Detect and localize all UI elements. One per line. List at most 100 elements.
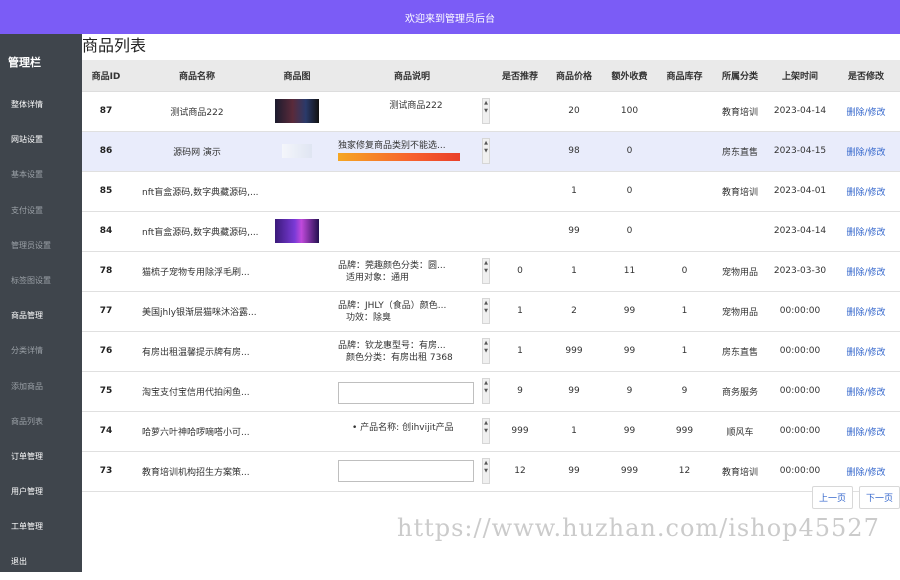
cell-recommend: 999 bbox=[494, 411, 546, 452]
delete-edit-link[interactable]: 删除/修改 bbox=[832, 331, 900, 372]
description-box: 测试商品222 ▲ ▼ bbox=[330, 92, 494, 131]
cell-description: 独家修复商品类别不能选... ▲ ▼ bbox=[330, 131, 494, 172]
broken-image-placeholder bbox=[338, 381, 474, 404]
product-thumbnail bbox=[275, 99, 319, 123]
cell-description: 品牌：莞趣颜色分类：圆... 适用对象：通用 ▲ ▼ bbox=[330, 251, 494, 292]
cell-description bbox=[330, 171, 494, 212]
column-header: 商品库存 bbox=[657, 60, 712, 92]
cell-id: 75 bbox=[82, 371, 130, 412]
cell-price: 20 bbox=[546, 91, 602, 132]
description-scrollbar[interactable]: ▲ ▼ bbox=[482, 97, 490, 124]
cell-name: 美国jhly银渐层猫咪沐浴露... bbox=[130, 291, 264, 332]
description-text: 品牌：JHLY（食品）颜色... bbox=[338, 300, 447, 311]
cell-category: 商务服务 bbox=[712, 371, 768, 412]
cell-category: 教育培训 bbox=[712, 451, 768, 492]
watermark-url: https://www.huzhan.com/ishop45527 bbox=[397, 514, 880, 542]
cell-extra-fee: 99 bbox=[602, 291, 657, 332]
cell-name: 测试商品222 bbox=[130, 91, 264, 132]
cell-id: 73 bbox=[82, 451, 130, 492]
column-header: 商品价格 bbox=[546, 60, 602, 92]
sidebar-item[interactable]: 标签图设置 bbox=[0, 263, 82, 298]
cell-listed-time: 2023-04-14 bbox=[768, 211, 832, 252]
prev-page-button[interactable]: 上一页 bbox=[811, 486, 853, 509]
delete-edit-link[interactable]: 删除/修改 bbox=[832, 451, 900, 492]
description-scrollbar[interactable]: ▲ ▼ bbox=[482, 417, 490, 444]
cell-recommend bbox=[494, 131, 546, 172]
cell-extra-fee: 100 bbox=[602, 91, 657, 132]
cell-extra-fee: 9 bbox=[602, 371, 657, 412]
cell-name: nft盲盒源码,数字典藏源码,... bbox=[130, 171, 264, 212]
delete-edit-link[interactable]: 删除/修改 bbox=[832, 291, 900, 332]
page-title: 商品列表 bbox=[82, 36, 147, 55]
cell-id: 87 bbox=[82, 91, 130, 132]
cell-stock: 1 bbox=[657, 291, 712, 332]
pagination: 上一页 下一页 bbox=[811, 486, 900, 509]
cell-stock bbox=[657, 171, 712, 212]
table-row: 85 nft盲盒源码,数字典藏源码,... 1 0 教育培训 2023-04-01 删除/修… bbox=[82, 171, 900, 212]
sidebar-item[interactable]: 支付设置 bbox=[0, 193, 82, 228]
sidebar-item[interactable]: 用户管理 bbox=[0, 474, 82, 509]
cell-price: 99 bbox=[546, 211, 602, 252]
description-scrollbar[interactable]: ▲ ▼ bbox=[482, 297, 490, 324]
sidebar-item[interactable]: 整体详情 bbox=[0, 87, 82, 122]
sidebar-item[interactable]: 订单管理 bbox=[0, 439, 82, 474]
description-scrollbar[interactable]: ▲ ▼ bbox=[482, 257, 490, 284]
cell-description: ▲ ▼ bbox=[330, 371, 494, 412]
column-header: 商品名称 bbox=[130, 60, 264, 92]
cell-description bbox=[330, 211, 494, 252]
broken-image-placeholder bbox=[338, 459, 474, 482]
description-scrollbar[interactable]: ▲ ▼ bbox=[482, 457, 490, 484]
sidebar-item[interactable]: 分类详情 bbox=[0, 333, 82, 368]
cell-extra-fee: 0 bbox=[602, 211, 657, 252]
description-text: 品牌：莞趣颜色分类：圆... bbox=[338, 260, 446, 271]
cell-recommend bbox=[494, 211, 546, 252]
description-text: 颜色分类：有房出租 7368 bbox=[346, 352, 453, 363]
sidebar-item[interactable]: 基本设置 bbox=[0, 157, 82, 192]
cell-category: 宠物用品 bbox=[712, 251, 768, 292]
next-page-button[interactable]: 下一页 bbox=[858, 486, 900, 509]
sidebar-item[interactable]: 网站设置 bbox=[0, 122, 82, 157]
cell-name: 有房出租温馨提示牌有房... bbox=[130, 331, 264, 372]
table-row: 76 有房出租温馨提示牌有房... 品牌：钦龙惠型号：有房... 颜色分类：有房出租 … bbox=[82, 331, 900, 372]
cell-price: 99 bbox=[546, 451, 602, 492]
sidebar-item[interactable]: 工单管理 bbox=[0, 509, 82, 544]
delete-edit-link[interactable]: 删除/修改 bbox=[832, 371, 900, 412]
cell-recommend bbox=[494, 91, 546, 132]
description-box: 独家修复商品类别不能选... ▲ ▼ bbox=[330, 132, 494, 171]
description-scrollbar[interactable]: ▲ ▼ bbox=[482, 137, 490, 164]
delete-edit-link[interactable]: 删除/修改 bbox=[832, 251, 900, 292]
cell-recommend: 12 bbox=[494, 451, 546, 492]
cell-stock: 0 bbox=[657, 251, 712, 292]
sidebar-item[interactable]: 商品管理 bbox=[0, 298, 82, 333]
cell-image bbox=[264, 371, 330, 412]
description-text: 测试商品222 bbox=[389, 100, 443, 111]
description-box: • 产品名称: 创ihvijit产品 ▲ ▼ bbox=[330, 412, 494, 451]
cell-stock: 12 bbox=[657, 451, 712, 492]
cell-price: 1 bbox=[546, 171, 602, 212]
description-box: ▲ ▼ bbox=[330, 452, 494, 491]
description-box: 品牌：莞趣颜色分类：圆... 适用对象：通用 ▲ ▼ bbox=[330, 252, 494, 291]
column-header: 商品说明 bbox=[330, 60, 494, 92]
description-scrollbar[interactable]: ▲ ▼ bbox=[482, 337, 490, 364]
delete-edit-link[interactable]: 删除/修改 bbox=[832, 91, 900, 132]
column-header: 上架时间 bbox=[768, 60, 832, 92]
sidebar-item[interactable]: 管理员设置 bbox=[0, 228, 82, 263]
description-text: 品牌：钦龙惠型号：有房... bbox=[338, 340, 446, 351]
cell-description: 品牌：钦龙惠型号：有房... 颜色分类：有房出租 7368 ▲ ▼ bbox=[330, 331, 494, 372]
cell-listed-time: 2023-04-15 bbox=[768, 131, 832, 172]
description-scrollbar[interactable]: ▲ ▼ bbox=[482, 377, 490, 404]
cell-description: 品牌：JHLY（食品）颜色... 功效：除臭 ▲ ▼ bbox=[330, 291, 494, 332]
delete-edit-link[interactable]: 删除/修改 bbox=[832, 131, 900, 172]
sidebar-item[interactable]: 商品列表 bbox=[0, 404, 82, 439]
cell-name: 哈萝六叶神哈啰嘀嗒小可... bbox=[130, 411, 264, 452]
delete-edit-link[interactable]: 删除/修改 bbox=[832, 211, 900, 252]
sidebar-item[interactable]: 退出 bbox=[0, 544, 82, 579]
table-header-row: 商品ID 商品名称 商品图 商品说明 是否推荐 商品价格 额外收费 商品库存 所属分类 上架时间是… bbox=[82, 60, 900, 92]
sidebar-item[interactable]: 添加商品 bbox=[0, 369, 82, 404]
column-header: 商品图 bbox=[264, 60, 330, 92]
delete-edit-link[interactable]: 删除/修改 bbox=[832, 411, 900, 452]
delete-edit-link[interactable]: 删除/修改 bbox=[832, 171, 900, 212]
cell-name: 淘宝支付宝信用代拍闲鱼... bbox=[130, 371, 264, 412]
cell-category: 房东直售 bbox=[712, 331, 768, 372]
cell-image bbox=[264, 291, 330, 332]
